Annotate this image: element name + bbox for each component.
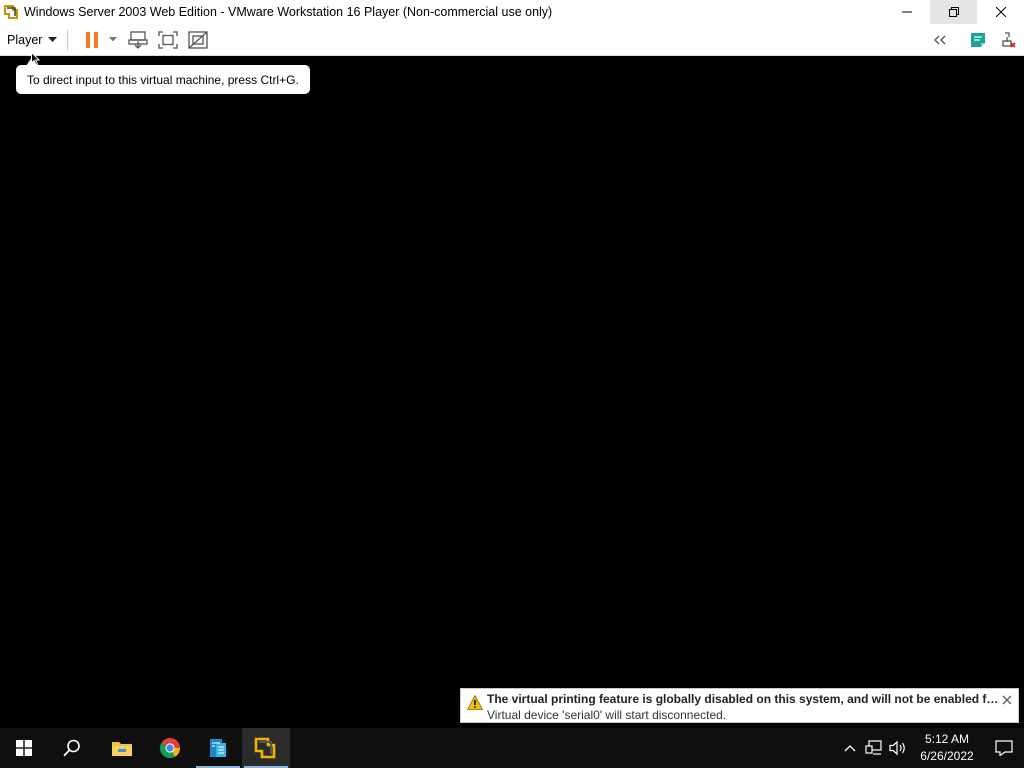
mouse-cursor-icon bbox=[31, 52, 41, 66]
action-center-button[interactable] bbox=[984, 728, 1024, 768]
search-button[interactable] bbox=[48, 728, 96, 768]
power-options-dropdown[interactable] bbox=[104, 28, 122, 52]
vmware-player-taskbar-button[interactable] bbox=[242, 728, 290, 768]
restore-icon bbox=[948, 7, 959, 17]
action-center-icon bbox=[995, 740, 1013, 756]
file-explorer-button[interactable] bbox=[98, 728, 146, 768]
show-hidden-icons-icon bbox=[844, 745, 856, 752]
search-icon bbox=[63, 739, 80, 757]
warning-icon bbox=[467, 695, 483, 710]
network-icon bbox=[865, 740, 882, 755]
input-hint-tooltip: To direct input to this virtual machine,… bbox=[16, 65, 310, 94]
player-menu-button[interactable]: Player bbox=[7, 28, 58, 52]
message-log-icon bbox=[971, 32, 985, 47]
start-button[interactable] bbox=[0, 728, 48, 768]
removable-devices-icon bbox=[1002, 31, 1016, 48]
vmware-logo-icon bbox=[4, 4, 20, 20]
chrome-button[interactable] bbox=[146, 728, 194, 768]
pause-icon bbox=[86, 31, 99, 48]
unity-button[interactable] bbox=[186, 28, 210, 52]
toolbar-divider bbox=[67, 29, 69, 50]
collapse-toolbar-icon bbox=[934, 35, 946, 44]
windows-taskbar: 5:12 AM 6/26/2022 bbox=[0, 728, 1024, 768]
message-log-button[interactable] bbox=[966, 28, 990, 52]
player-menu-label: Player bbox=[7, 32, 43, 47]
volume-button[interactable] bbox=[886, 728, 910, 768]
notification-detail: Virtual device 'serial0' will start disc… bbox=[487, 708, 727, 722]
volume-icon bbox=[889, 740, 905, 756]
virtual-machine-display[interactable] bbox=[0, 56, 1024, 728]
send-ctrl-alt-del-icon bbox=[128, 30, 149, 49]
network-button[interactable] bbox=[862, 728, 886, 768]
chrome-icon bbox=[159, 738, 181, 759]
unity-icon bbox=[188, 30, 209, 49]
virtual-printing-notification: The virtual printing feature is globally… bbox=[460, 688, 1019, 723]
start-icon bbox=[16, 740, 32, 756]
send-ctrl-alt-del-button[interactable] bbox=[126, 28, 150, 52]
server-manager-button[interactable] bbox=[194, 728, 242, 768]
pause-button[interactable] bbox=[80, 28, 104, 52]
close-icon bbox=[995, 7, 1006, 17]
dropdown-arrow-icon bbox=[109, 37, 118, 42]
tooltip-text: To direct input to this virtual machine,… bbox=[27, 72, 299, 87]
chevron-down-icon bbox=[48, 36, 58, 42]
show-hidden-icons-button[interactable] bbox=[838, 728, 862, 768]
clock-date: 6/26/2022 bbox=[920, 749, 974, 763]
file-explorer-icon bbox=[112, 742, 132, 756]
close-icon bbox=[1002, 695, 1012, 705]
minimize-button[interactable] bbox=[883, 0, 930, 24]
window-controls bbox=[883, 0, 1024, 24]
window-title: Windows Server 2003 Web Edition - VMware… bbox=[24, 5, 553, 19]
taskbar-clock[interactable]: 5:12 AM 6/26/2022 bbox=[916, 731, 978, 765]
toolbar-right-group bbox=[928, 24, 1024, 55]
removable-devices-button[interactable] bbox=[996, 28, 1020, 52]
full-screen-icon bbox=[158, 30, 179, 49]
close-button[interactable] bbox=[977, 0, 1024, 24]
notification-title: The virtual printing feature is globally… bbox=[487, 692, 999, 706]
full-screen-button[interactable] bbox=[156, 28, 180, 52]
minimize-icon bbox=[901, 11, 912, 13]
title-bar[interactable]: Windows Server 2003 Web Edition - VMware… bbox=[0, 0, 1024, 24]
notification-close-button[interactable] bbox=[1000, 693, 1014, 707]
vmware-player-icon bbox=[254, 737, 276, 759]
collapse-toolbar-button[interactable] bbox=[928, 28, 952, 52]
player-toolbar: Player bbox=[0, 24, 1024, 56]
clock-time: 5:12 AM bbox=[924, 732, 970, 746]
server-manager-icon bbox=[210, 739, 226, 757]
restore-button[interactable] bbox=[930, 0, 977, 24]
system-tray: 5:12 AM 6/26/2022 bbox=[838, 728, 1024, 768]
